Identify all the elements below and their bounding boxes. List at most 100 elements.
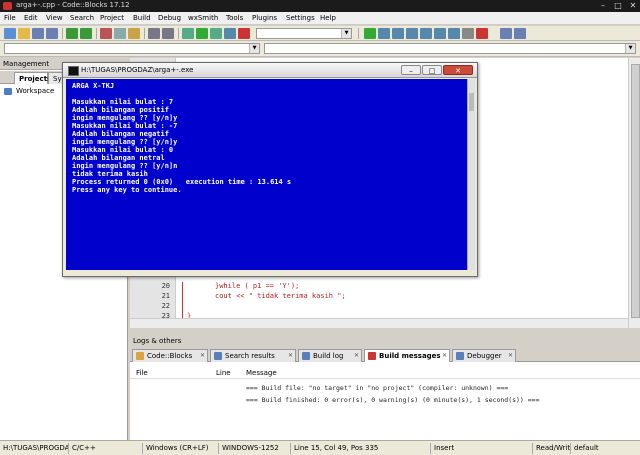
paste-icon[interactable]	[128, 28, 140, 39]
redo-icon[interactable]	[80, 28, 92, 39]
tab-projects[interactable]: Projects	[14, 72, 51, 84]
build-icon[interactable]	[182, 28, 194, 39]
menu-settings[interactable]: Settings	[286, 14, 315, 22]
close-icon[interactable]: ✕	[508, 350, 513, 362]
close-button[interactable]: ✕	[626, 1, 640, 11]
scope-select[interactable]: ▼	[4, 43, 260, 54]
logs-header: Logs & others	[130, 336, 640, 347]
menu-project[interactable]: Project	[100, 14, 124, 22]
step-into-icon[interactable]	[406, 28, 418, 39]
console-icon	[68, 66, 79, 76]
column-file[interactable]: File	[136, 369, 148, 377]
console-minimize-button[interactable]: –	[401, 65, 421, 75]
logs-title: Logs & others	[133, 337, 182, 345]
maximize-button[interactable]: □	[611, 1, 625, 11]
tab-label: Build log	[313, 352, 344, 360]
next-line-icon[interactable]	[392, 28, 404, 39]
close-icon[interactable]: ✕	[442, 350, 447, 362]
search-icon	[214, 352, 222, 360]
tab-label: Search results	[225, 352, 275, 360]
column-message[interactable]: Message	[246, 369, 277, 377]
run-icon[interactable]	[196, 28, 208, 39]
scroll-thumb[interactable]	[469, 93, 474, 111]
menu-wxsmith[interactable]: wxSmith	[188, 14, 218, 22]
toolbar-separator	[96, 28, 97, 39]
fold-line	[182, 282, 183, 318]
status-insert-mode: Insert	[430, 443, 532, 454]
save-icon[interactable]	[32, 28, 44, 39]
menu-help[interactable]: Help	[320, 14, 336, 22]
menu-view[interactable]: View	[46, 14, 63, 22]
debug-continue-icon[interactable]	[364, 28, 376, 39]
console-maximize-button[interactable]: □	[422, 65, 442, 75]
line-number: 22	[161, 302, 170, 310]
minimize-button[interactable]: –	[596, 1, 610, 11]
console-line: ARGA X-TKJ	[72, 82, 115, 90]
scroll-thumb[interactable]	[631, 64, 640, 318]
status-language: C/C++	[68, 443, 142, 454]
step-out-icon[interactable]	[420, 28, 432, 39]
console-close-button[interactable]: ✕	[443, 65, 473, 75]
menu-plugins[interactable]: Plugins	[252, 14, 277, 22]
replace-icon[interactable]	[162, 28, 174, 39]
tab-build-log[interactable]: Build log ✕	[298, 349, 362, 362]
build-run-icon[interactable]	[210, 28, 222, 39]
step-instruction-icon[interactable]	[448, 28, 460, 39]
console-line: ingin mengulang ?? [y/n]y	[72, 114, 178, 122]
window-titlebar: arga+-.cpp - Code::Blocks 17.12 – □ ✕	[0, 0, 640, 12]
code-completion-toolbar: ▼ ▼	[0, 41, 640, 57]
console-output: ARGA X-TKJ Masukkan nilai bulat : 7 Adal…	[66, 79, 467, 270]
main-toolbar: ▼	[0, 26, 640, 41]
status-encoding: WINDOWS-1252	[218, 443, 290, 454]
build-message-row: === Build file: "no target" in "no proje…	[246, 384, 509, 392]
toolbar-separator	[358, 28, 359, 39]
copy-icon[interactable]	[114, 28, 126, 39]
status-keymap: default	[570, 443, 640, 454]
debugger-icon	[456, 352, 464, 360]
close-icon[interactable]: ✕	[288, 350, 293, 362]
menu-file[interactable]: File	[4, 14, 16, 22]
editor-vertical-scrollbar[interactable]	[628, 58, 640, 328]
menu-tools[interactable]: Tools	[226, 14, 243, 22]
codeblocks-icon	[136, 352, 144, 360]
chevron-down-icon: ▼	[625, 44, 635, 53]
cut-icon[interactable]	[100, 28, 112, 39]
console-line: Masukkan nilai bulat : 0	[72, 146, 174, 154]
menu-edit[interactable]: Edit	[24, 14, 38, 22]
menu-search[interactable]: Search	[70, 14, 94, 22]
save-all-icon[interactable]	[46, 28, 58, 39]
next-instruction-icon[interactable]	[434, 28, 446, 39]
status-bar: H:\TUGAS\PROGDA C/C++ Windows (CR+LF) WI…	[0, 440, 640, 455]
open-folder-icon[interactable]	[18, 28, 30, 39]
run-to-cursor-icon[interactable]	[378, 28, 390, 39]
column-line[interactable]: Line	[216, 369, 231, 377]
debug-info-icon[interactable]	[514, 28, 526, 39]
new-file-icon[interactable]	[4, 28, 16, 39]
console-line: ingin mengulang ?? [y/n]y	[72, 138, 178, 146]
build-messages-icon	[368, 352, 376, 360]
tab-search-results[interactable]: Search results ✕	[210, 349, 296, 362]
menu-debug[interactable]: Debug	[158, 14, 181, 22]
close-icon[interactable]: ✕	[354, 350, 359, 362]
close-icon[interactable]: ✕	[200, 350, 205, 362]
rebuild-icon[interactable]	[224, 28, 236, 39]
tab-label: Build messages	[379, 352, 441, 360]
console-scrollbar[interactable]	[467, 79, 475, 270]
line-number: 20	[161, 282, 170, 290]
console-line: Adalah bilangan netral	[72, 154, 165, 162]
editor-horizontal-scrollbar[interactable]	[130, 318, 628, 328]
find-icon[interactable]	[148, 28, 160, 39]
build-target-select[interactable]: ▼	[256, 28, 352, 39]
debug-windows-icon[interactable]	[500, 28, 512, 39]
symbol-select[interactable]: ▼	[264, 43, 636, 54]
menu-build[interactable]: Build	[133, 14, 151, 22]
abort-icon[interactable]	[238, 28, 250, 39]
console-titlebar: H:\TUGAS\PROGDAZ\arga+-.exe – □ ✕	[63, 63, 477, 78]
undo-icon[interactable]	[66, 28, 78, 39]
build-message-row: === Build finished: 0 error(s), 0 warnin…	[246, 396, 540, 404]
tab-build-messages[interactable]: Build messages ✕	[364, 349, 450, 362]
tab-codeblocks[interactable]: Code::Blocks ✕	[132, 349, 208, 362]
break-debugger-icon[interactable]	[462, 28, 474, 39]
stop-debugger-icon[interactable]	[476, 28, 488, 39]
tab-debugger[interactable]: Debugger ✕	[452, 349, 516, 362]
